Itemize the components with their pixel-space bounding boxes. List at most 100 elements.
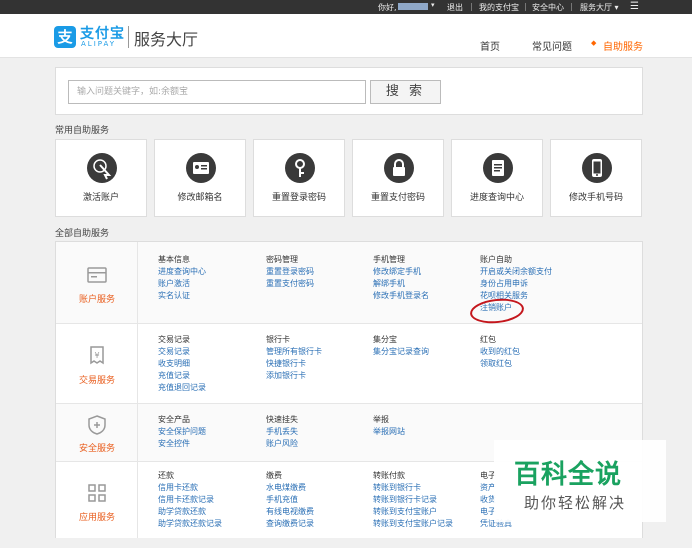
group-quick-report-loss: 快速挂失 手机丢失 账户风险 [266, 414, 376, 450]
service-link[interactable]: 手机充值 [266, 494, 376, 506]
id-card-icon [186, 153, 216, 183]
service-link[interactable]: 实名认证 [158, 290, 268, 302]
service-link[interactable]: 账户风险 [266, 438, 376, 450]
group-phone: 手机管理 修改绑定手机 解绑手机 修改手机登录名 [373, 254, 483, 302]
cursor-click-icon [87, 153, 117, 183]
tile-label: 修改邮箱名 [177, 193, 223, 203]
all-services-heading: 全部自助服务 [55, 229, 110, 239]
service-link[interactable]: 安全保护问题 [158, 426, 268, 438]
service-link[interactable]: 账户激活 [158, 278, 268, 290]
group-title: 快速挂失 [266, 415, 298, 424]
apps-grid-icon [86, 482, 108, 504]
search-input[interactable]: 输入问题关键字，如:余额宝 [68, 80, 366, 104]
service-link[interactable]: 收到的红包 [480, 346, 590, 358]
group-trade-records: 交易记录 交易记录 收支明细 充值记录 充值退回记录 [158, 334, 268, 394]
tile-activate-account[interactable]: 激活账户 [55, 139, 147, 217]
category-label[interactable]: 安全服务 [56, 441, 138, 454]
divider [571, 3, 572, 11]
category-cell: 应用服务 [56, 462, 138, 538]
category-label[interactable]: 账户服务 [56, 292, 138, 305]
divider [525, 3, 526, 11]
search-button[interactable]: 搜 索 [370, 80, 441, 104]
service-link[interactable]: 转账到银行卡记录 [373, 494, 483, 506]
key-icon [285, 153, 315, 183]
tile-label: 重置登录密码 [271, 193, 326, 203]
search-panel: 输入问题关键字，如:余额宝 搜 索 [55, 67, 643, 115]
account-card-icon [86, 264, 108, 286]
service-link[interactable]: 领取红包 [480, 358, 590, 370]
group-bank-card: 银行卡 管理所有银行卡 快捷银行卡 添加银行卡 [266, 334, 376, 382]
category-cell: 安全服务 [56, 404, 138, 461]
tile-edit-email[interactable]: 修改邮箱名 [154, 139, 246, 217]
group-title: 红包 [480, 335, 496, 344]
group-basic-info: 基本信息 进度查询中心 账户激活 实名认证 [158, 254, 268, 302]
service-link[interactable]: 修改绑定手机 [373, 266, 483, 278]
quick-services-heading: 常用自助服务 [55, 126, 110, 136]
service-link[interactable]: 身份占用申诉 [480, 278, 590, 290]
group-repayment: 还款 信用卡还款 信用卡还款记录 助学贷款还款 助学贷款还款记录 [158, 470, 268, 530]
service-link[interactable]: 转账到银行卡 [373, 482, 483, 494]
divider [471, 3, 472, 11]
service-link[interactable]: 快捷银行卡 [266, 358, 376, 370]
service-link[interactable]: 集分宝记录查询 [373, 346, 483, 358]
security-center-link[interactable]: 安全中心 [532, 2, 564, 13]
service-link[interactable]: 手机丢失 [266, 426, 376, 438]
service-link[interactable]: 管理所有银行卡 [266, 346, 376, 358]
service-link[interactable]: 开启或关闭余额支付 [480, 266, 590, 278]
document-icon [483, 153, 513, 183]
service-link[interactable]: 修改手机登录名 [373, 290, 483, 302]
group-title: 安全产品 [158, 415, 190, 424]
service-link[interactable]: 信用卡还款 [158, 482, 268, 494]
my-alipay-link[interactable]: 我的支付宝 [479, 2, 519, 13]
logout-link[interactable]: 退出 [447, 2, 463, 13]
service-link[interactable]: 重置登录密码 [266, 266, 376, 278]
nav-faq[interactable]: 常见问题 [532, 38, 572, 53]
tile-label: 进度查询中心 [469, 193, 524, 203]
shield-icon [86, 414, 108, 436]
group-red-packet: 红包 收到的红包 领取红包 [480, 334, 590, 370]
nav-home[interactable]: 首页 [480, 38, 500, 53]
alipay-logo-icon[interactable]: 支 [54, 26, 76, 48]
service-link[interactable]: 查询缴费记录 [266, 518, 376, 530]
diamond-icon: ◆ [591, 39, 597, 47]
service-row-trade: ¥ 交易服务 交易记录 交易记录 收支明细 充值记录 充值退回记录 银行卡 管理… [56, 324, 642, 404]
tile-reset-login-password[interactable]: 重置登录密码 [253, 139, 345, 217]
watermark-subtitle: 助你轻松解决 [524, 494, 627, 512]
service-link[interactable]: 举报网站 [373, 426, 483, 438]
user-dropdown-icon[interactable]: ▾ [431, 1, 435, 9]
divider [128, 26, 129, 48]
group-title: 集分宝 [373, 335, 397, 344]
service-link[interactable]: 转账到支付宝账户 [373, 506, 483, 518]
nav-self-service[interactable]: 自助服务 [603, 38, 643, 53]
menu-icon[interactable]: ☰ [630, 1, 639, 12]
category-cell: 账户服务 [56, 242, 138, 323]
service-hall-menu[interactable]: 服务大厅 ▾ [580, 2, 619, 13]
tile-reset-pay-password[interactable]: 重置支付密码 [352, 139, 444, 217]
group-title: 举报 [373, 415, 389, 424]
watermark: 百科全说 助你轻松解决 [494, 440, 666, 522]
tile-progress-center[interactable]: 进度查询中心 [451, 139, 543, 217]
category-label[interactable]: 交易服务 [56, 373, 138, 386]
service-link[interactable]: 助学贷款还款 [158, 506, 268, 518]
service-link[interactable]: 转账到支付宝账户记录 [373, 518, 483, 530]
service-link[interactable]: 收支明细 [158, 358, 268, 370]
service-link[interactable]: 助学贷款还款记录 [158, 518, 268, 530]
service-link[interactable]: 充值退回记录 [158, 382, 268, 394]
group-title: 交易记录 [158, 335, 190, 344]
service-link[interactable]: 重置支付密码 [266, 278, 376, 290]
category-label[interactable]: 应用服务 [56, 510, 138, 523]
service-link[interactable]: 解绑手机 [373, 278, 483, 290]
service-link[interactable]: 信用卡还款记录 [158, 494, 268, 506]
category-cell: ¥ 交易服务 [56, 324, 138, 403]
username-redacted[interactable] [398, 3, 428, 10]
service-link[interactable]: 添加银行卡 [266, 370, 376, 382]
service-link[interactable]: 有线电视缴费 [266, 506, 376, 518]
service-link[interactable]: 交易记录 [158, 346, 268, 358]
service-link[interactable]: 进度查询中心 [158, 266, 268, 278]
service-link[interactable]: 水电煤缴费 [266, 482, 376, 494]
logo-subtext: ALIPAY [81, 40, 117, 48]
tile-change-phone[interactable]: 修改手机号码 [550, 139, 642, 217]
service-link[interactable]: 安全控件 [158, 438, 268, 450]
group-title: 密码管理 [266, 255, 298, 264]
service-link[interactable]: 充值记录 [158, 370, 268, 382]
